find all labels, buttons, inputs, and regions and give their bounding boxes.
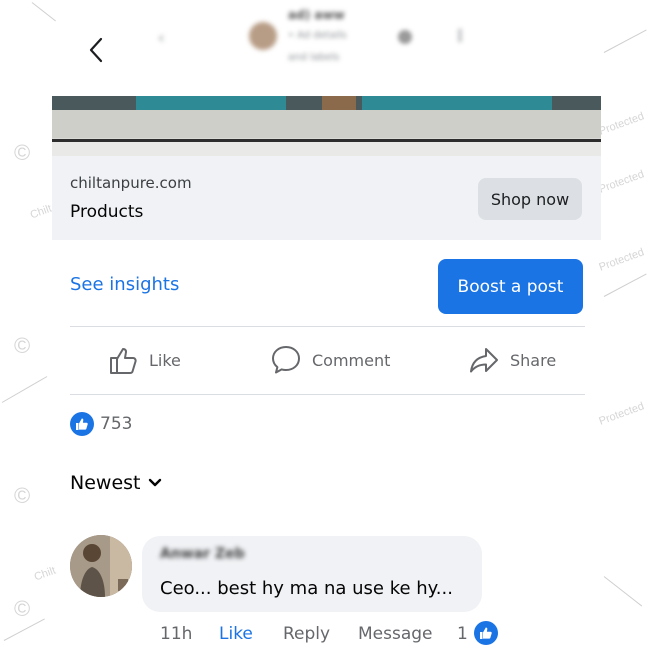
reaction-count: 753 [100, 414, 133, 434]
share-action-button[interactable]: Share [468, 338, 556, 382]
reaction-summary[interactable]: 753 [70, 412, 132, 436]
brand-watermark: Chilt [28, 202, 54, 222]
blurred-chevron-icon: ‹ [158, 28, 165, 47]
thumbs-up-icon [110, 348, 137, 374]
divider [70, 394, 585, 395]
share-action-label: Share [510, 350, 557, 370]
watermark-line [1, 376, 48, 403]
ad-image[interactable] [52, 96, 601, 156]
image-shelf [362, 96, 552, 110]
comment-bubble[interactable]: Anwar Zeb Ceo... best hy ma na use ke hy… [142, 536, 482, 612]
image-floor [52, 110, 601, 138]
comment-action-button[interactable]: Comment [270, 338, 390, 382]
chevron-down-icon [149, 478, 162, 487]
boost-post-button[interactable]: Boost a post [438, 259, 583, 314]
more-options-icon[interactable]: ⋮ [452, 26, 468, 45]
post-meta: • Ad details [288, 30, 347, 41]
copyright-watermark: © [14, 483, 31, 508]
image-bottom [52, 142, 601, 156]
copyright-watermark: © [14, 596, 31, 621]
brand-watermark: Chilt [32, 564, 58, 584]
comment-timestamp: 11h [160, 624, 193, 644]
divider [70, 326, 585, 327]
shop-now-button[interactable]: Shop now [478, 178, 582, 220]
protected-watermark: Protected [597, 246, 646, 274]
like-action-button[interactable]: Like [107, 338, 181, 382]
copyright-watermark: © [14, 333, 31, 358]
protected-watermark: Protected [597, 110, 646, 138]
see-insights-link[interactable]: See insights [70, 274, 179, 295]
post-meta-line2: and labels [288, 52, 340, 63]
link-preview-card[interactable]: chiltanpure.com Products Shop now [52, 156, 601, 240]
watermark-line [603, 273, 647, 297]
comment-message-button[interactable]: Message [358, 624, 433, 644]
commenter-avatar[interactable] [70, 535, 132, 597]
thumbs-up-icon [474, 621, 498, 645]
comment-icon [272, 346, 300, 374]
link-domain: chiltanpure.com [70, 174, 192, 192]
comment-reply-button[interactable]: Reply [283, 624, 330, 644]
link-title: Products [70, 202, 144, 222]
commenter-name[interactable]: Anwar Zeb [160, 546, 245, 562]
thumbs-up-icon [70, 412, 94, 436]
protected-watermark: Protected [597, 168, 646, 196]
globe-icon [398, 30, 412, 44]
post-header: ‹ ad) aww • Ad details and labels ⋮ [0, 0, 650, 90]
image-shelf [136, 96, 286, 110]
watermark-line [603, 576, 643, 607]
share-icon [470, 348, 498, 373]
back-button[interactable] [82, 34, 110, 66]
page-name[interactable]: ad) aww [288, 8, 345, 22]
page-avatar[interactable] [249, 22, 277, 50]
copyright-watermark: © [14, 140, 31, 165]
like-action-label: Like [149, 350, 181, 370]
comment-text: Ceo... best hy ma na use ke hy... [160, 578, 453, 599]
sort-label: Newest [70, 472, 141, 494]
comment-reaction-count: 1 [457, 624, 468, 644]
protected-watermark: Protected [597, 400, 646, 428]
comment-sort-dropdown[interactable]: Newest [70, 472, 162, 494]
comment-like-button[interactable]: Like [219, 624, 253, 644]
comment-action-label: Comment [312, 350, 391, 370]
chevron-left-icon [89, 37, 103, 63]
